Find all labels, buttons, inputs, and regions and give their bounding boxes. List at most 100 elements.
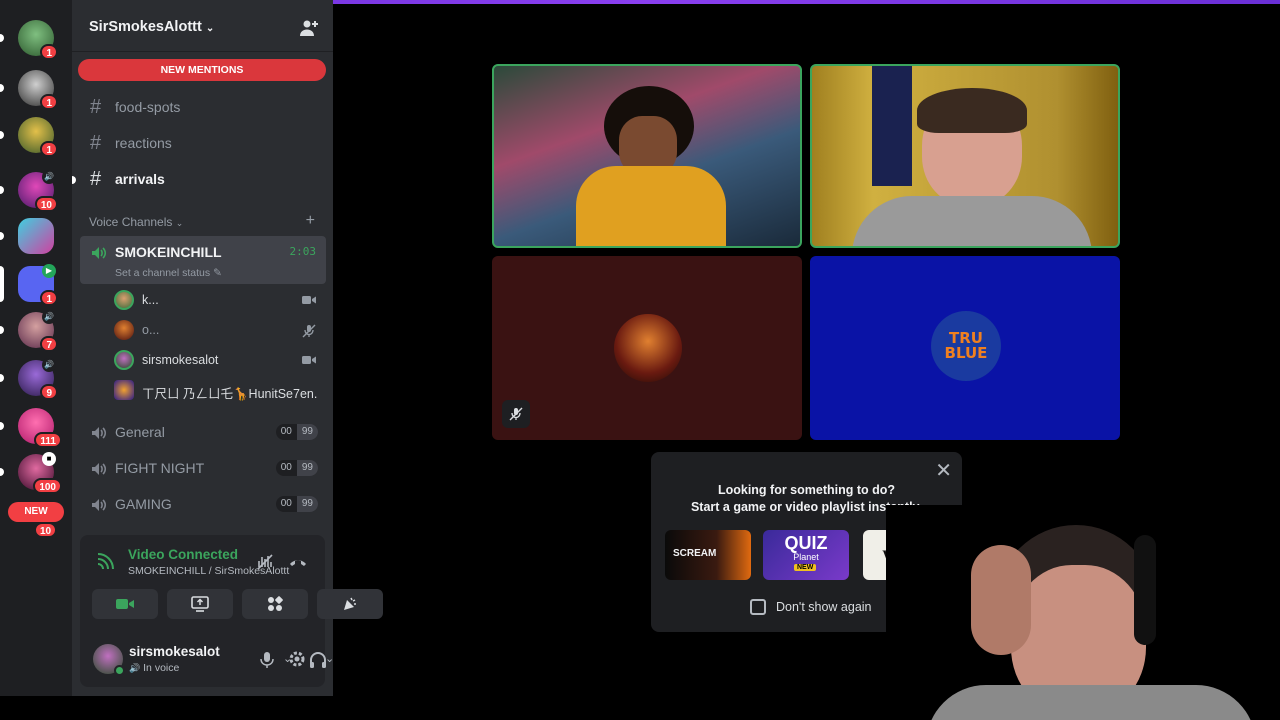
voice-category-label[interactable]: Voice Channels ⌄: [89, 215, 183, 229]
voice-tile-participant-4[interactable]: TRU BLUE: [810, 256, 1120, 440]
microphone-icon[interactable]: [260, 651, 274, 669]
unread-pill: [0, 34, 4, 42]
noise-suppression-icon[interactable]: [256, 553, 274, 571]
voice-channel-name: SMOKEINCHILL: [115, 244, 222, 260]
channel-name: food-spots: [115, 99, 181, 115]
chevron-down-icon: ⌄: [175, 218, 184, 228]
server-icon[interactable]: 🔊 10: [18, 170, 58, 212]
channel-food-spots[interactable]: # food-spots: [80, 91, 326, 123]
speaker-icon: 🔊: [42, 310, 56, 324]
camera-icon: [116, 599, 134, 609]
soundboard-button[interactable]: [317, 589, 383, 619]
username[interactable]: sirsmokesalot: [129, 644, 220, 659]
activity-quiz[interactable]: QUIZ Planet NEW: [763, 530, 849, 580]
disconnect-icon[interactable]: [288, 555, 308, 569]
voice-member[interactable]: o...: [112, 316, 326, 344]
mention-badge: 10: [34, 196, 58, 212]
unread-pill: [0, 374, 4, 382]
camera-button[interactable]: [92, 589, 158, 619]
close-icon[interactable]: ✕: [935, 458, 952, 483]
channel-sidebar: SirSmokesAlottt ⌄ NEW MENTIONS # food-sp…: [72, 0, 383, 696]
voice-channel-general[interactable]: General 00 99: [80, 416, 326, 448]
voice-member[interactable]: ㄒ尺ㄩ 乃ㄥㄩ乇🦒HunitSe7en...: [112, 376, 326, 404]
guild-header[interactable]: SirSmokesAlottt ⌄: [72, 4, 333, 52]
facecam-hand: [971, 545, 1031, 655]
muted-indicator: [502, 400, 530, 428]
speaker-icon: 🔊: [42, 170, 56, 184]
add-channel-icon[interactable]: +: [306, 212, 315, 230]
channel-status-prompt[interactable]: Set a channel status ✎: [115, 267, 222, 279]
server-icon[interactable]: 1: [18, 70, 58, 110]
participant-body: [852, 196, 1092, 246]
connection-signal-icon[interactable]: [96, 553, 114, 571]
mention-badge: 1: [40, 94, 58, 110]
guild-name[interactable]: SirSmokesAlottt ⌄: [89, 19, 214, 35]
streamer-facecam: [886, 505, 1280, 720]
unread-pill: [0, 326, 4, 334]
hash-icon: #: [90, 96, 102, 118]
voice-member[interactable]: k...: [112, 286, 326, 314]
video-tile-participant-2[interactable]: [810, 64, 1120, 248]
activity-scream[interactable]: SCREAM: [665, 530, 751, 580]
channel-arrivals[interactable]: # arrivals: [72, 163, 326, 195]
chevron-down-icon[interactable]: ⌄: [325, 652, 334, 665]
server-icon[interactable]: 1: [18, 117, 58, 157]
screen-share-button[interactable]: [167, 589, 233, 619]
dont-show-checkbox[interactable]: [750, 599, 766, 615]
settings-gear-icon[interactable]: [288, 650, 306, 668]
avatar: [114, 380, 134, 400]
server-icon-active[interactable]: ▶ 1: [18, 264, 58, 306]
mention-badge: 7: [40, 336, 58, 352]
voice-connection-panel: Video Connected SMOKEINCHILL / SirSmokes…: [80, 535, 325, 633]
server-icon[interactable]: 🔊 9: [18, 358, 58, 400]
video-icon: [302, 296, 316, 304]
server-icon[interactable]: 1: [18, 20, 58, 60]
participant-body: [576, 166, 726, 246]
channel-reactions[interactable]: # reactions: [80, 127, 326, 159]
server-icon[interactable]: 111: [18, 408, 62, 448]
avatar[interactable]: [93, 644, 125, 676]
voice-speaker-icon: [92, 499, 107, 511]
video-icon: [302, 356, 316, 364]
activities-button[interactable]: [242, 589, 308, 619]
user-count-badge: 00 99: [275, 424, 318, 440]
voice-channel-gaming[interactable]: GAMING 00 99: [80, 488, 326, 520]
unread-pill: [0, 468, 4, 476]
server-icon[interactable]: [18, 218, 54, 254]
voice-tile-participant-3[interactable]: [492, 256, 802, 440]
avatar: [614, 314, 682, 382]
video-tile-participant-1[interactable]: [492, 64, 802, 248]
unread-pill: [0, 84, 4, 92]
video-icon: ■: [42, 452, 56, 466]
chevron-down-icon: ⌄: [205, 23, 215, 34]
speaker-icon: 🔊: [42, 358, 56, 372]
facecam-shirt: [926, 685, 1256, 720]
new-unreads-pill[interactable]: NEW: [8, 502, 64, 522]
soundboard-icon: [344, 597, 356, 610]
channel-name: GAMING: [115, 496, 172, 512]
voice-channel-fight-night[interactable]: FIGHT NIGHT 00 99: [80, 452, 326, 484]
member-name: ㄒ尺ㄩ 乃ㄥㄩ乇🦒HunitSe7en...: [142, 387, 318, 401]
selected-pill: [0, 266, 4, 302]
channel-name: arrivals: [115, 171, 165, 187]
mention-badge: 1: [40, 290, 58, 306]
unread-pill: [0, 422, 4, 430]
server-icon[interactable]: ■ 100: [18, 452, 62, 494]
connection-status[interactable]: Video Connected: [128, 547, 238, 562]
activity-subtitle: Planet: [793, 552, 819, 562]
new-mentions-button[interactable]: NEW MENTIONS: [78, 59, 326, 81]
avatar: [114, 350, 134, 370]
voice-channel-active[interactable]: SMOKEINCHILL 2:03 Set a channel status ✎: [80, 236, 326, 284]
voice-member[interactable]: sirsmokesalot: [112, 346, 326, 374]
unread-indicator: [72, 176, 76, 184]
server-icon[interactable]: 🔊 7: [18, 310, 58, 352]
dont-show-label[interactable]: Don't show again: [776, 600, 872, 614]
server-rail: 1 1 1 🔊 10 ▶ 1 🔊 7 🔊 9 111 ■ 100 NEW 10: [0, 0, 72, 696]
voice-speaker-icon: [92, 463, 107, 475]
screen-share-icon: [191, 596, 209, 612]
mention-badge: 10: [34, 522, 58, 538]
activity-title: SCREAM: [673, 548, 717, 559]
invite-people-icon[interactable]: [299, 18, 319, 38]
member-name: sirsmokesalot: [142, 353, 219, 367]
mention-badge: 1: [40, 44, 58, 60]
